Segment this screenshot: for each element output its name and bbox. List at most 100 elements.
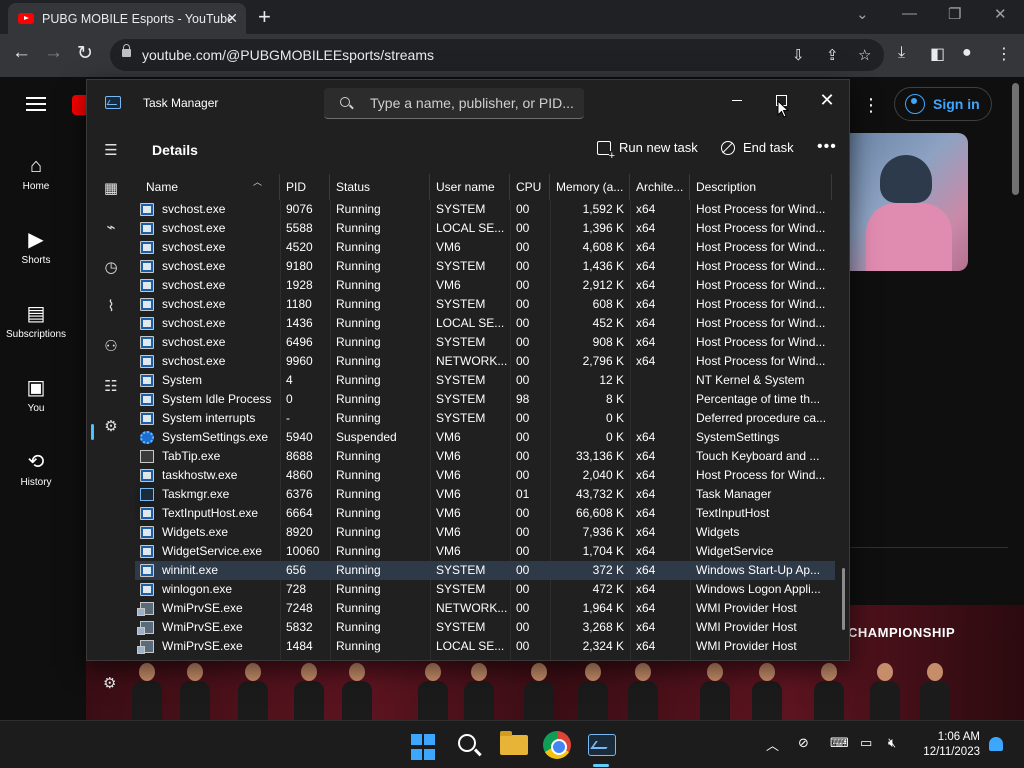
downloads-icon[interactable]: ⤓ [898,44,905,62]
startup-apps-icon[interactable]: ⌇ [101,296,121,316]
table-row[interactable]: WmiPrvSE.exe 5832 Running SYSTEM 00 3,268 K x6… [135,618,835,637]
profile-icon[interactable]: ● [962,44,972,62]
cell-mem: 3,268 K [582,620,624,634]
cell-user: SYSTEM [436,582,486,596]
show-hidden-icons-icon[interactable]: ︿ [766,735,779,754]
processes-icon[interactable]: ▦ [101,178,121,198]
nav-shorts[interactable]: ▶ Shorts [0,227,72,266]
table-row[interactable]: svchost.exe 1180 Running SYSTEM 00 608 K x64 Ho… [135,295,835,314]
table-row[interactable]: taskhostw.exe 4860 Running VM6 00 2,040 K x64 H… [135,466,835,485]
browser-restore-icon[interactable]: ❐ [948,5,961,23]
notification-bell-icon[interactable] [989,737,1003,751]
task-manager-taskbar-icon[interactable] [588,734,616,756]
table-row[interactable]: wininit.exe 656 Running SYSTEM 00 372 K x64 Win… [135,561,835,580]
browser-minimize-icon[interactable]: — [902,5,917,22]
page-scrollbar[interactable] [1012,83,1019,195]
system-clock[interactable]: 1:06 AM 12/11/2023 [916,730,980,760]
tab-title: PUBG MOBILE Esports - YouTube [42,11,232,26]
table-row[interactable]: System Idle Process 0 Running SYSTEM 98 8 K Pe… [135,390,835,409]
taskbar-search-icon[interactable] [458,734,476,752]
run-new-task-button[interactable]: Run new task [597,140,698,161]
browser-tab-strip: PUBG MOBILE Esports - YouTube ✕ + ⌄ — ❐ … [0,0,1024,34]
table-row[interactable]: svchost.exe 9180 Running SYSTEM 00 1,436 K x64… [135,257,835,276]
nav-home[interactable]: ⌂ Home [0,153,72,192]
end-task-button[interactable]: End task [721,140,794,155]
column-header-user-name[interactable]: User name [430,174,510,200]
column-header-memory[interactable]: Memory (a... [550,174,630,200]
more-options-icon[interactable]: ••• [817,138,837,156]
table-row[interactable]: svchost.exe 6496 Running SYSTEM 00 908 K x64 Ho… [135,333,835,352]
chrome-menu-icon[interactable]: ⋮ [996,44,1012,64]
table-row[interactable]: Taskmgr.exe 6376 Running VM6 01 43,732 K x64 Ta… [135,485,835,504]
column-header-architecture[interactable]: Archite... [630,174,690,200]
table-row[interactable]: svchost.exe 4520 Running VM6 00 4,608 K x64 Hos… [135,238,835,257]
cell-name: WmiPrvSE.exe [162,639,243,653]
section-divider [850,547,1008,548]
details-icon[interactable]: ☷ [101,376,121,396]
minimize-icon[interactable] [715,86,759,114]
table-row[interactable]: TextInputHost.exe 6664 Running VM6 00 66,608 … [135,504,835,523]
table-row[interactable]: System interrupts - Running SYSTEM 00 0 K Defe… [135,409,835,428]
display-icon[interactable]: ▭ [860,735,872,751]
app-history-icon[interactable]: ◷ [101,257,121,277]
task-manager-titlebar[interactable]: Task Manager ✕ [87,80,849,126]
video-thumbnail[interactable] [850,133,968,271]
table-row[interactable]: TabTip.exe 8688 Running VM6 00 33,136 K x64 Tou… [135,447,835,466]
column-header-status[interactable]: Status [330,174,430,200]
table-row[interactable]: svchost.exe 1436 Running LOCAL SE... 00 452 K… [135,314,835,333]
cell-pid: 4860 [286,468,313,482]
volume-muted-icon[interactable]: 🔇︎ [888,735,896,751]
install-app-icon[interactable]: ⇩ [792,46,805,64]
search-input[interactable] [370,95,580,111]
cell-desc: WidgetService [696,544,774,558]
youtube-more-icon[interactable]: ⋮ [862,95,880,116]
browser-close-icon[interactable]: ✕ [994,5,1007,23]
table-scrollbar[interactable] [842,568,845,630]
table-row[interactable]: svchost.exe 5588 Running LOCAL SE... 00 1,396… [135,219,835,238]
share-icon[interactable]: ⇪ [826,46,839,64]
settings-gear-icon[interactable]: ⚙ [103,674,116,692]
table-row[interactable]: WidgetService.exe 10060 Running VM6 00 1,704 … [135,542,835,561]
column-header-cpu[interactable]: CPU [510,174,550,200]
column-header-pid[interactable]: PID [280,174,330,200]
table-row[interactable]: svchost.exe 9076 Running SYSTEM 00 1,592 K x64… [135,200,835,219]
sign-in-button[interactable]: Sign in [894,87,992,121]
bookmark-star-icon[interactable]: ☆ [858,46,871,64]
process-search-box[interactable] [324,88,584,119]
side-panel-icon[interactable]: ◧ [930,44,945,64]
new-tab-icon[interactable]: + [258,4,271,30]
table-row[interactable]: svchost.exe 1928 Running VM6 00 2,912 K x64 Hos… [135,276,835,295]
tab-close-icon[interactable]: ✕ [226,10,238,27]
table-row[interactable]: svchost.exe 9960 Running NETWORK... 00 2,796 … [135,352,835,371]
users-icon[interactable]: ⚇ [101,336,121,356]
close-icon[interactable]: ✕ [805,86,849,114]
hamburger-menu-icon[interactable]: ☰ [101,140,121,160]
back-icon[interactable]: ← [12,42,31,64]
nav-history[interactable]: ⟲ History [0,449,72,488]
table-row[interactable]: winlogon.exe 728 Running SYSTEM 00 472 K x64 Wi… [135,580,835,599]
forward-icon[interactable]: → [44,42,63,64]
nav-subscriptions[interactable]: ▤ Subscriptions [0,301,72,340]
table-row[interactable]: Widgets.exe 8920 Running VM6 00 7,936 K x64 Wid… [135,523,835,542]
file-explorer-icon[interactable] [500,731,528,755]
table-row[interactable]: System 4 Running SYSTEM 00 12 K NT Kernel & Sy… [135,371,835,390]
table-row[interactable]: WmiPrvSE.exe 1484 Running LOCAL SE... 00 2,32… [135,637,835,656]
cell-arch [630,409,690,428]
table-row[interactable]: SystemSettings.exe 5940 Suspended VM6 00 0 K x… [135,428,835,447]
cell-mem: 2,796 K [582,354,624,368]
network-status-icon[interactable]: ⊘ [798,735,809,751]
nav-you[interactable]: ▣ You [0,375,72,414]
browser-tab[interactable]: PUBG MOBILE Esports - YouTube ✕ [8,3,246,34]
column-header-description[interactable]: Description [690,174,832,200]
table-row[interactable]: WmiPrvSE.exe 7248 Running NETWORK... 00 1,964… [135,599,835,618]
performance-icon[interactable]: ⌁ [101,217,121,237]
reload-icon[interactable]: ↻ [77,42,93,65]
youtube-menu-icon[interactable] [26,97,46,111]
lock-icon[interactable] [122,44,131,57]
keyboard-icon[interactable]: ⌨ [830,735,849,751]
start-windows-icon[interactable] [411,734,439,762]
services-icon[interactable]: ⚙ [101,416,121,436]
chrome-icon[interactable] [543,731,571,759]
tab-search-icon[interactable]: ⌄ [856,5,869,23]
address-bar[interactable]: youtube.com/@PUBGMOBILEEsports/streams ⇩… [110,39,884,71]
